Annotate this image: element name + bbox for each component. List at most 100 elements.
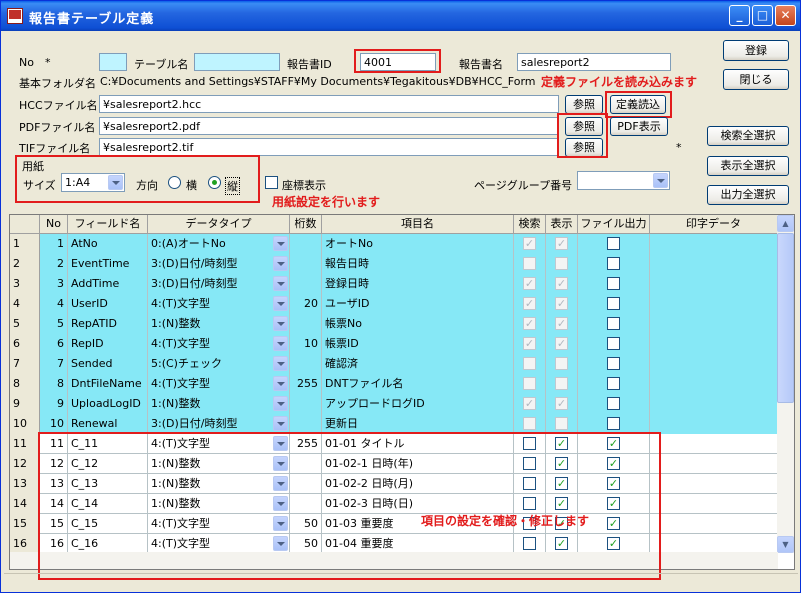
grid-cell-digits[interactable] (290, 274, 322, 294)
grid-cell-out[interactable] (578, 234, 650, 254)
search-select-all-button[interactable]: 検索全選択 (707, 126, 789, 146)
grid-cell-rownum[interactable]: 3 (10, 274, 40, 294)
page-group-select[interactable] (577, 171, 670, 190)
grid-cell-no[interactable]: 5 (40, 314, 68, 334)
grid-cell-rownum[interactable]: 7 (10, 354, 40, 374)
grid-cell-type[interactable]: 3:(D)日付/時刻型 (148, 414, 290, 434)
table-row[interactable]: 1 1 AtNo 0:(A)オートNo オートNo ✓ ✓ (10, 234, 778, 254)
title-bar[interactable]: 報告書テーブル定義 _ □ ✕ (1, 1, 800, 31)
table-row[interactable]: 5 5 RepATID 1:(N)整数 帳票No ✓ ✓ (10, 314, 778, 334)
grid-cell-search[interactable]: ✓ (514, 234, 546, 254)
scroll-thumb[interactable] (777, 233, 794, 403)
grid-cell-no[interactable]: 3 (40, 274, 68, 294)
coord-display-checkbox[interactable] (265, 176, 278, 189)
tif-file-field[interactable]: ¥salesreport2.tif (99, 138, 559, 156)
grid-cell-rownum[interactable]: 4 (10, 294, 40, 314)
grid-cell-rownum[interactable]: 9 (10, 394, 40, 414)
table-row[interactable]: 4 4 UserID 4:(T)文字型 20 ユーザID ✓ ✓ (10, 294, 778, 314)
chevron-down-icon[interactable] (273, 316, 288, 331)
column-header[interactable]: 印字データ (650, 215, 778, 234)
search-checkbox[interactable]: ✓ (523, 237, 536, 250)
grid-cell-out[interactable] (578, 254, 650, 274)
column-header[interactable] (10, 215, 40, 234)
show-checkbox[interactable]: ✓ (555, 297, 568, 310)
show-checkbox[interactable] (555, 257, 568, 270)
search-checkbox[interactable]: ✓ (523, 297, 536, 310)
grid-cell-print[interactable] (650, 274, 778, 294)
search-checkbox[interactable]: ✓ (523, 337, 536, 350)
show-checkbox[interactable]: ✓ (555, 397, 568, 410)
table-row[interactable]: 8 8 DntFileName 4:(T)文字型 255 DNTファイル名 (10, 374, 778, 394)
grid-cell-digits[interactable]: 10 (290, 334, 322, 354)
grid-cell-rownum[interactable]: 12 (10, 454, 40, 474)
grid-cell-no[interactable]: 2 (40, 254, 68, 274)
grid-cell-print[interactable] (650, 334, 778, 354)
show-checkbox[interactable]: ✓ (555, 337, 568, 350)
chevron-down-icon[interactable] (273, 296, 288, 311)
out-checkbox[interactable] (607, 297, 620, 310)
search-checkbox[interactable] (523, 377, 536, 390)
grid-cell-print[interactable] (650, 294, 778, 314)
column-header[interactable]: 桁数 (290, 215, 322, 234)
grid-cell-print[interactable] (650, 454, 778, 474)
hcc-browse-button[interactable]: 参照 (565, 95, 603, 114)
grid-cell-type[interactable]: 4:(T)文字型 (148, 334, 290, 354)
grid-cell-print[interactable] (650, 534, 778, 554)
grid-cell-digits[interactable] (290, 354, 322, 374)
pdf-show-button[interactable]: PDF表示 (610, 117, 668, 136)
grid-cell-item[interactable]: アップロードログID (322, 394, 514, 414)
out-checkbox[interactable] (607, 377, 620, 390)
chevron-down-icon[interactable] (273, 336, 288, 351)
grid-cell-digits[interactable]: 20 (290, 294, 322, 314)
grid-cell-out[interactable] (578, 294, 650, 314)
grid-cell-type[interactable]: 3:(D)日付/時刻型 (148, 254, 290, 274)
grid-cell-type[interactable]: 4:(T)文字型 (148, 374, 290, 394)
grid-cell-search[interactable]: ✓ (514, 294, 546, 314)
grid-cell-print[interactable] (650, 314, 778, 334)
grid-cell-show[interactable] (546, 254, 578, 274)
grid-cell-field[interactable]: EventTime (68, 254, 148, 274)
out-checkbox[interactable] (607, 337, 620, 350)
grid-cell-rownum[interactable]: 11 (10, 434, 40, 454)
show-checkbox[interactable] (555, 417, 568, 430)
column-header[interactable]: 検索 (514, 215, 546, 234)
grid-cell-print[interactable] (650, 514, 778, 534)
grid-cell-rownum[interactable]: 13 (10, 474, 40, 494)
pdf-file-field[interactable]: ¥salesreport2.pdf (99, 117, 559, 135)
close-window-button[interactable]: ✕ (775, 5, 796, 26)
column-header[interactable]: No (40, 215, 68, 234)
grid-cell-field[interactable]: AddTime (68, 274, 148, 294)
grid-cell-type[interactable]: 4:(T)文字型 (148, 294, 290, 314)
table-row[interactable]: 6 6 RepID 4:(T)文字型 10 帳票ID ✓ ✓ (10, 334, 778, 354)
grid-cell-field[interactable]: DntFileName (68, 374, 148, 394)
grid-cell-rownum[interactable]: 2 (10, 254, 40, 274)
no-field[interactable] (99, 53, 127, 71)
grid-cell-show[interactable] (546, 414, 578, 434)
display-select-all-button[interactable]: 表示全選択 (707, 156, 789, 176)
grid-cell-field[interactable]: RepATID (68, 314, 148, 334)
grid-cell-print[interactable] (650, 414, 778, 434)
grid-cell-show[interactable]: ✓ (546, 394, 578, 414)
grid-cell-out[interactable] (578, 314, 650, 334)
out-checkbox[interactable] (607, 317, 620, 330)
grid-cell-show[interactable] (546, 374, 578, 394)
grid-cell-show[interactable]: ✓ (546, 234, 578, 254)
out-checkbox[interactable] (607, 357, 620, 370)
grid-cell-print[interactable] (650, 234, 778, 254)
out-checkbox[interactable] (607, 257, 620, 270)
grid-cell-type[interactable]: 3:(D)日付/時刻型 (148, 274, 290, 294)
grid-cell-item[interactable]: 更新日 (322, 414, 514, 434)
grid-cell-no[interactable]: 10 (40, 414, 68, 434)
grid-cell-show[interactable]: ✓ (546, 334, 578, 354)
show-checkbox[interactable] (555, 357, 568, 370)
grid-cell-digits[interactable] (290, 234, 322, 254)
grid-cell-search[interactable] (514, 414, 546, 434)
grid-cell-search[interactable] (514, 254, 546, 274)
grid-cell-digits[interactable] (290, 394, 322, 414)
grid-cell-print[interactable] (650, 474, 778, 494)
size-select[interactable]: 1:A4 (61, 173, 125, 192)
grid-cell-rownum[interactable]: 15 (10, 514, 40, 534)
vertical-scrollbar[interactable]: ▲ ▼ (777, 215, 794, 553)
scroll-down-icon[interactable]: ▼ (777, 536, 794, 553)
grid-cell-out[interactable] (578, 374, 650, 394)
